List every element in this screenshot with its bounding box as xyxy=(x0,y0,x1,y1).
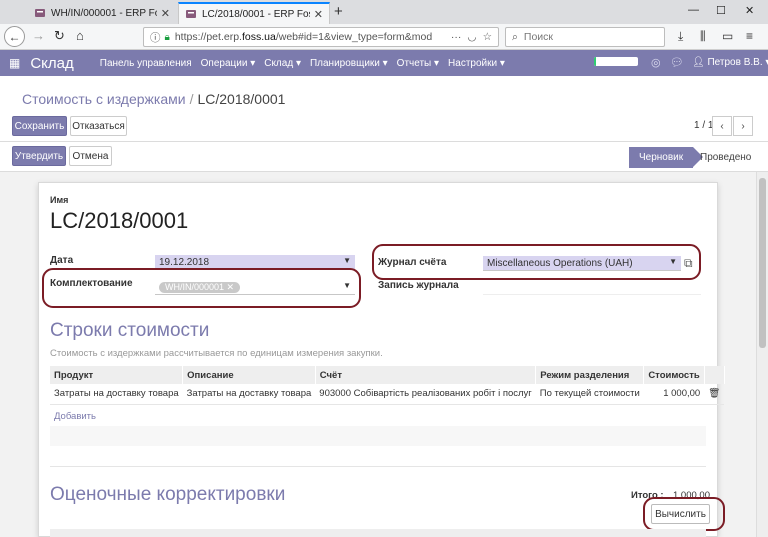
menu-schedulers[interactable]: Планировщики ▾ xyxy=(310,58,388,69)
column-header-product[interactable]: Продукт xyxy=(50,366,184,384)
app-name[interactable]: Склад xyxy=(30,55,73,72)
user-menu[interactable]: 👤︎ Петров В.В. ▾ xyxy=(692,57,768,68)
date-value: 19.12.2018 xyxy=(159,256,210,268)
hamburger-menu-icon[interactable]: ≡ xyxy=(746,29,753,43)
browser-tab-inactive[interactable]: WH/IN/000001 - ERP Foss ✕ xyxy=(28,2,176,24)
lock-icon: 🔒︎ xyxy=(164,31,170,43)
activity-icon[interactable]: ◎ xyxy=(651,56,661,69)
tab-close-icon[interactable]: ✕ xyxy=(161,7,170,20)
cancel-button[interactable]: Отмена xyxy=(69,146,112,166)
cell-split-method[interactable]: По текущей стоимости xyxy=(535,384,644,405)
menu-dashboard[interactable]: Панель управления xyxy=(100,58,192,69)
breadcrumb-separator: / xyxy=(189,91,194,107)
status-stage-done: Проведено xyxy=(700,152,752,163)
highlight-ellipse-journal xyxy=(372,244,701,280)
journal-entry-label: Запись журнала xyxy=(378,280,459,291)
browser-nav-bar: ← → ↻ ⌂ ⓘ 🔒︎ https://pet.erp.foss.ua/web… xyxy=(0,24,768,50)
cell-cost[interactable]: 1 000,00 xyxy=(643,384,705,405)
apps-grid-icon[interactable]: ▦ xyxy=(9,56,20,70)
odoo-favicon-icon xyxy=(35,9,45,17)
progress-fill xyxy=(594,57,597,66)
highlight-ellipse-compute xyxy=(643,497,725,531)
cell-account[interactable]: 903000 Собівартість реалізованих робіт і… xyxy=(315,384,536,405)
validate-button[interactable]: Утвердить xyxy=(12,146,66,166)
chevron-down-icon[interactable]: ▼ xyxy=(343,256,351,265)
scrollbar-thumb[interactable] xyxy=(759,178,766,348)
download-icon[interactable]: ⤓ xyxy=(678,29,683,44)
cost-lines-hint: Стоимость с издержками рассчитывается по… xyxy=(50,348,383,359)
trash-icon[interactable]: 🗑︎ xyxy=(704,384,725,405)
page-title: LC/2018/0001 xyxy=(50,208,189,233)
tab-title: LC/2018/0001 - ERP Foss xyxy=(202,8,310,20)
home-icon[interactable]: ⌂ xyxy=(76,28,84,43)
page-actions-icon[interactable]: ··· xyxy=(451,31,462,43)
back-icon[interactable]: ← xyxy=(4,26,25,47)
onboarding-progress-bar[interactable] xyxy=(594,57,638,66)
column-header-split-method[interactable]: Режим разделения xyxy=(535,366,645,384)
search-icon: ⌕ xyxy=(512,30,518,43)
valuation-table-header xyxy=(50,529,706,537)
pager-prev-icon[interactable]: ‹ xyxy=(712,116,732,136)
maximize-icon[interactable]: ☐ xyxy=(716,4,726,17)
user-name: Петров В.В. ▾ xyxy=(707,57,768,68)
column-header-actions xyxy=(704,366,725,384)
reload-icon[interactable]: ↻ xyxy=(54,28,65,44)
avatar: 👤︎ xyxy=(692,57,705,68)
control-panel: Стоимость с издержками / LC/2018/0001 Сохр… xyxy=(0,76,768,142)
empty-row xyxy=(50,426,706,446)
search-bar[interactable]: ⌕ Поиск xyxy=(505,27,665,47)
page-scrollbar[interactable] xyxy=(756,172,768,537)
browser-tab-active[interactable]: LC/2018/0001 - ERP Foss ✕ xyxy=(178,2,330,24)
breadcrumb: Стоимость с издержками / LC/2018/0001 xyxy=(22,91,285,107)
save-button[interactable]: Сохранить xyxy=(12,116,67,136)
odoo-favicon-icon xyxy=(186,10,196,18)
table-header-row: Продукт Описание Счёт Режим разделения С… xyxy=(50,366,725,384)
status-stage-draft: Черновик xyxy=(629,147,703,168)
forward-icon[interactable]: → xyxy=(32,28,45,43)
name-label: Имя xyxy=(50,195,69,205)
cost-lines-table: Продукт Описание Счёт Режим разделения С… xyxy=(50,366,725,405)
tab-close-icon[interactable]: ✕ xyxy=(314,8,323,21)
menu-reports[interactable]: Отчеты ▾ xyxy=(397,58,439,69)
cost-lines-heading: Строки стоимости xyxy=(50,320,210,341)
date-label: Дата xyxy=(50,255,74,266)
library-icon[interactable]: ⫼ xyxy=(700,29,706,44)
minimize-icon[interactable]: — xyxy=(688,4,699,16)
new-tab-icon[interactable]: + xyxy=(334,3,343,20)
app-top-menu: ▦ Склад Панель управления Операции ▾ Скл… xyxy=(0,50,768,76)
form-status-bar: Утвердить Отмена Черновик Проведено xyxy=(0,142,768,172)
column-header-account[interactable]: Счёт xyxy=(315,366,537,384)
info-icon[interactable]: ⓘ xyxy=(150,30,161,45)
menu-warehouse[interactable]: Склад ▾ xyxy=(264,58,301,69)
valuation-heading: Оценочные корректировки xyxy=(50,484,286,505)
breadcrumb-parent[interactable]: Стоимость с издержками xyxy=(22,91,186,107)
add-line-link[interactable]: Добавить xyxy=(54,411,96,422)
cell-description[interactable]: Затраты на доставку товара xyxy=(182,384,316,405)
table-row[interactable]: Затраты на доставку товара Затраты на до… xyxy=(50,384,725,405)
pager-counter[interactable]: 1 / 1 xyxy=(694,120,713,131)
browser-tab-bar: WH/IN/000001 - ERP Foss ✕ LC/2018/0001 -… xyxy=(0,0,768,24)
journal-entry-field xyxy=(483,280,701,295)
bookmark-star-icon[interactable]: ☆ xyxy=(483,31,492,43)
sidebar-icon[interactable]: ▭ xyxy=(722,29,733,43)
breadcrumb-current: LC/2018/0001 xyxy=(197,91,286,107)
discard-button[interactable]: Отказаться xyxy=(70,116,127,136)
pager-next-icon[interactable]: › xyxy=(733,116,753,136)
main-menu: Панель управления Операции ▾ Склад ▾ Пла… xyxy=(100,58,505,69)
chat-icon[interactable]: 💬︎ xyxy=(670,56,684,69)
url-text: https://pet.erp.foss.ua/web#id=1&view_ty… xyxy=(174,31,433,43)
url-bar[interactable]: ⓘ 🔒︎ https://pet.erp.foss.ua/web#id=1&vi… xyxy=(143,27,499,47)
cell-product[interactable]: Затраты на доставку товара xyxy=(50,384,183,405)
column-header-description[interactable]: Описание xyxy=(182,366,316,384)
tab-title: WH/IN/000001 - ERP Foss xyxy=(51,7,157,19)
close-window-icon[interactable]: ✕ xyxy=(745,4,754,17)
column-header-cost[interactable]: Стоимость xyxy=(643,366,705,384)
search-placeholder: Поиск xyxy=(523,31,553,43)
highlight-ellipse-picking xyxy=(42,268,361,308)
pocket-icon[interactable]: ◡ xyxy=(467,31,476,43)
menu-operations[interactable]: Операции ▾ xyxy=(201,58,256,69)
section-divider xyxy=(50,466,706,467)
menu-settings[interactable]: Настройки ▾ xyxy=(448,58,505,69)
